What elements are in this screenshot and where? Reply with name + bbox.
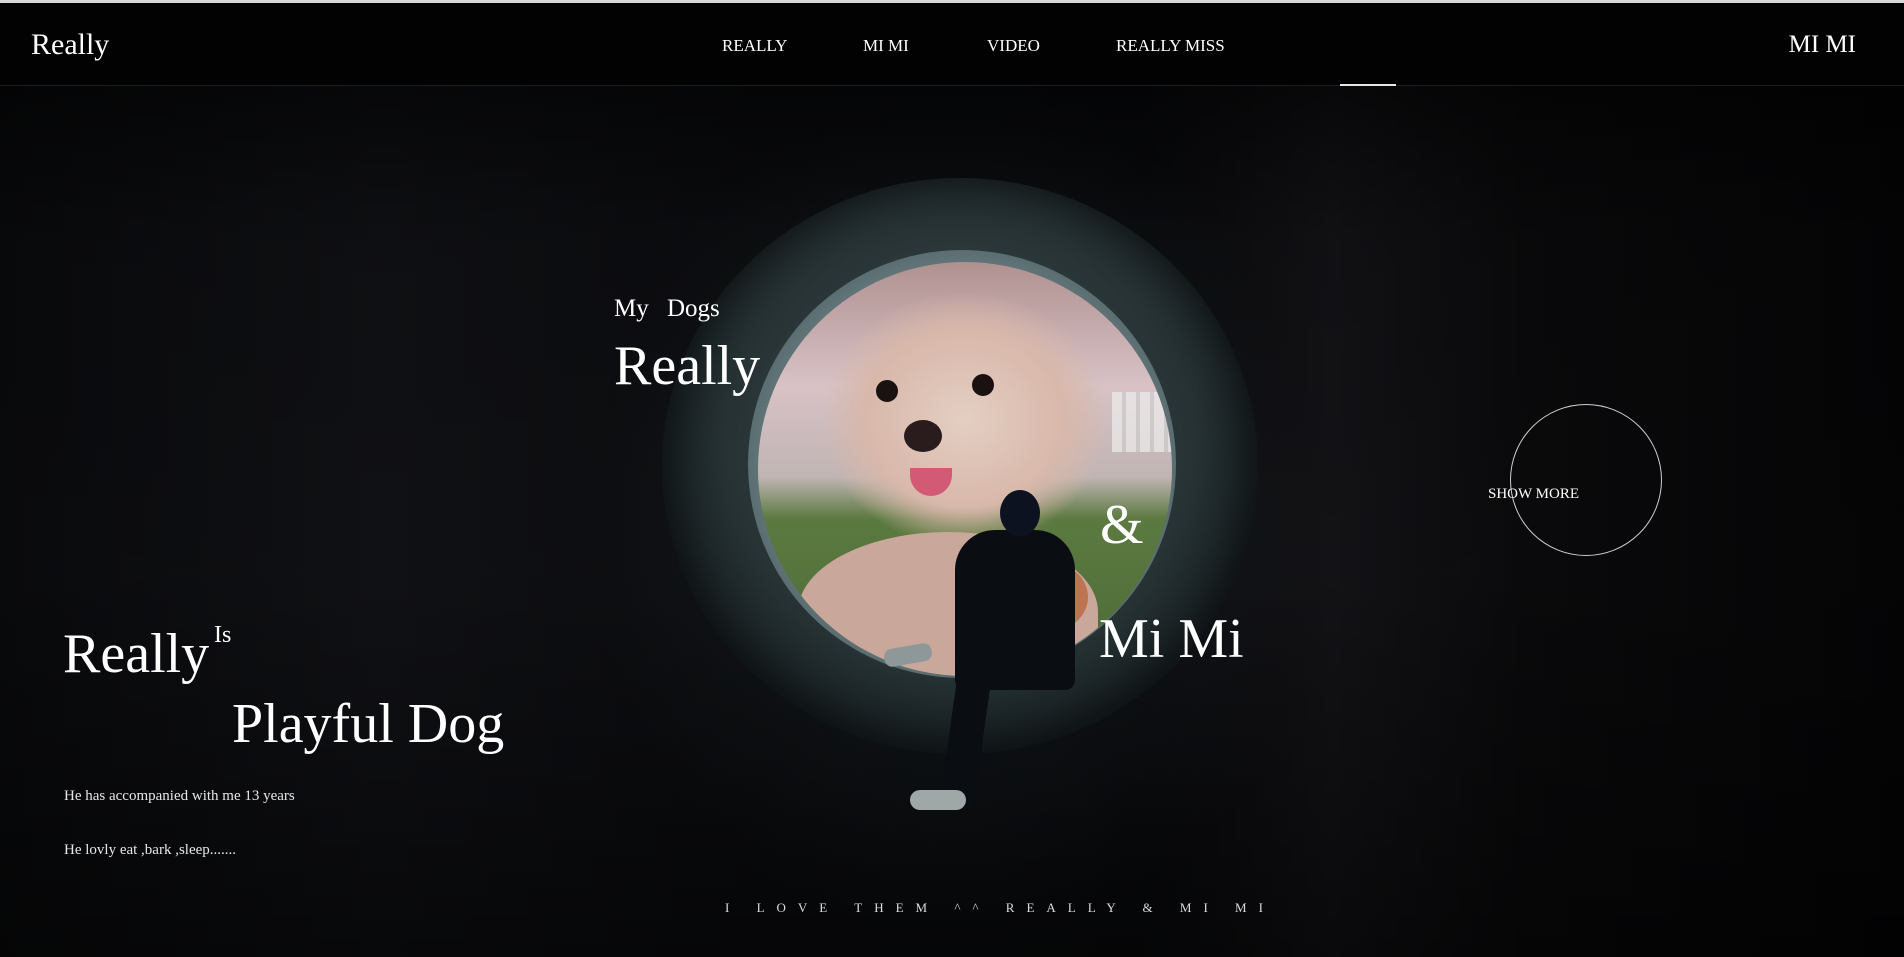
nav-item-really-miss[interactable]: REALLY MISS	[1116, 36, 1225, 56]
dog-eye-right	[972, 374, 994, 396]
intro-superscript: Is	[214, 622, 232, 648]
hero-kicker: My Dogs	[614, 295, 720, 322]
dog-nose	[904, 420, 942, 452]
nav-item-video[interactable]: VIDEO	[987, 36, 1040, 56]
hero-name-really: Really	[614, 335, 761, 397]
footer-tagline: I LOVE THEM ^^ REALLY & MI MI	[725, 900, 1275, 915]
person-silhouette-head	[1000, 490, 1040, 536]
show-more-button[interactable]: SHOW MORE	[1488, 486, 1579, 503]
nav-right-link[interactable]: MI MI	[1789, 31, 1856, 59]
hero-ampersand: &	[1100, 494, 1144, 556]
site-header: Really REALLY MI MI VIDEO REALLY MISS MI…	[0, 3, 1904, 86]
nav-item-mimi[interactable]: MI MI	[863, 36, 909, 56]
intro-line-2: He lovly eat ,bark ,sleep.......	[64, 842, 237, 858]
site-logo[interactable]: Really	[31, 28, 109, 62]
nav-active-indicator	[1340, 84, 1396, 86]
dog-tongue	[910, 468, 952, 496]
nav-item-really[interactable]: REALLY	[722, 36, 787, 56]
person-shoe	[910, 790, 966, 810]
dog-eye-left	[876, 380, 898, 402]
photo-fence	[1112, 392, 1172, 452]
intro-title: Really	[63, 623, 210, 685]
hero-name-mimi: Mi Mi	[1099, 608, 1244, 670]
show-more-circle[interactable]	[1510, 404, 1662, 556]
intro-subtitle: Playful Dog	[232, 693, 505, 755]
intro-line-1: He has accompanied with me 13 years	[64, 788, 295, 804]
